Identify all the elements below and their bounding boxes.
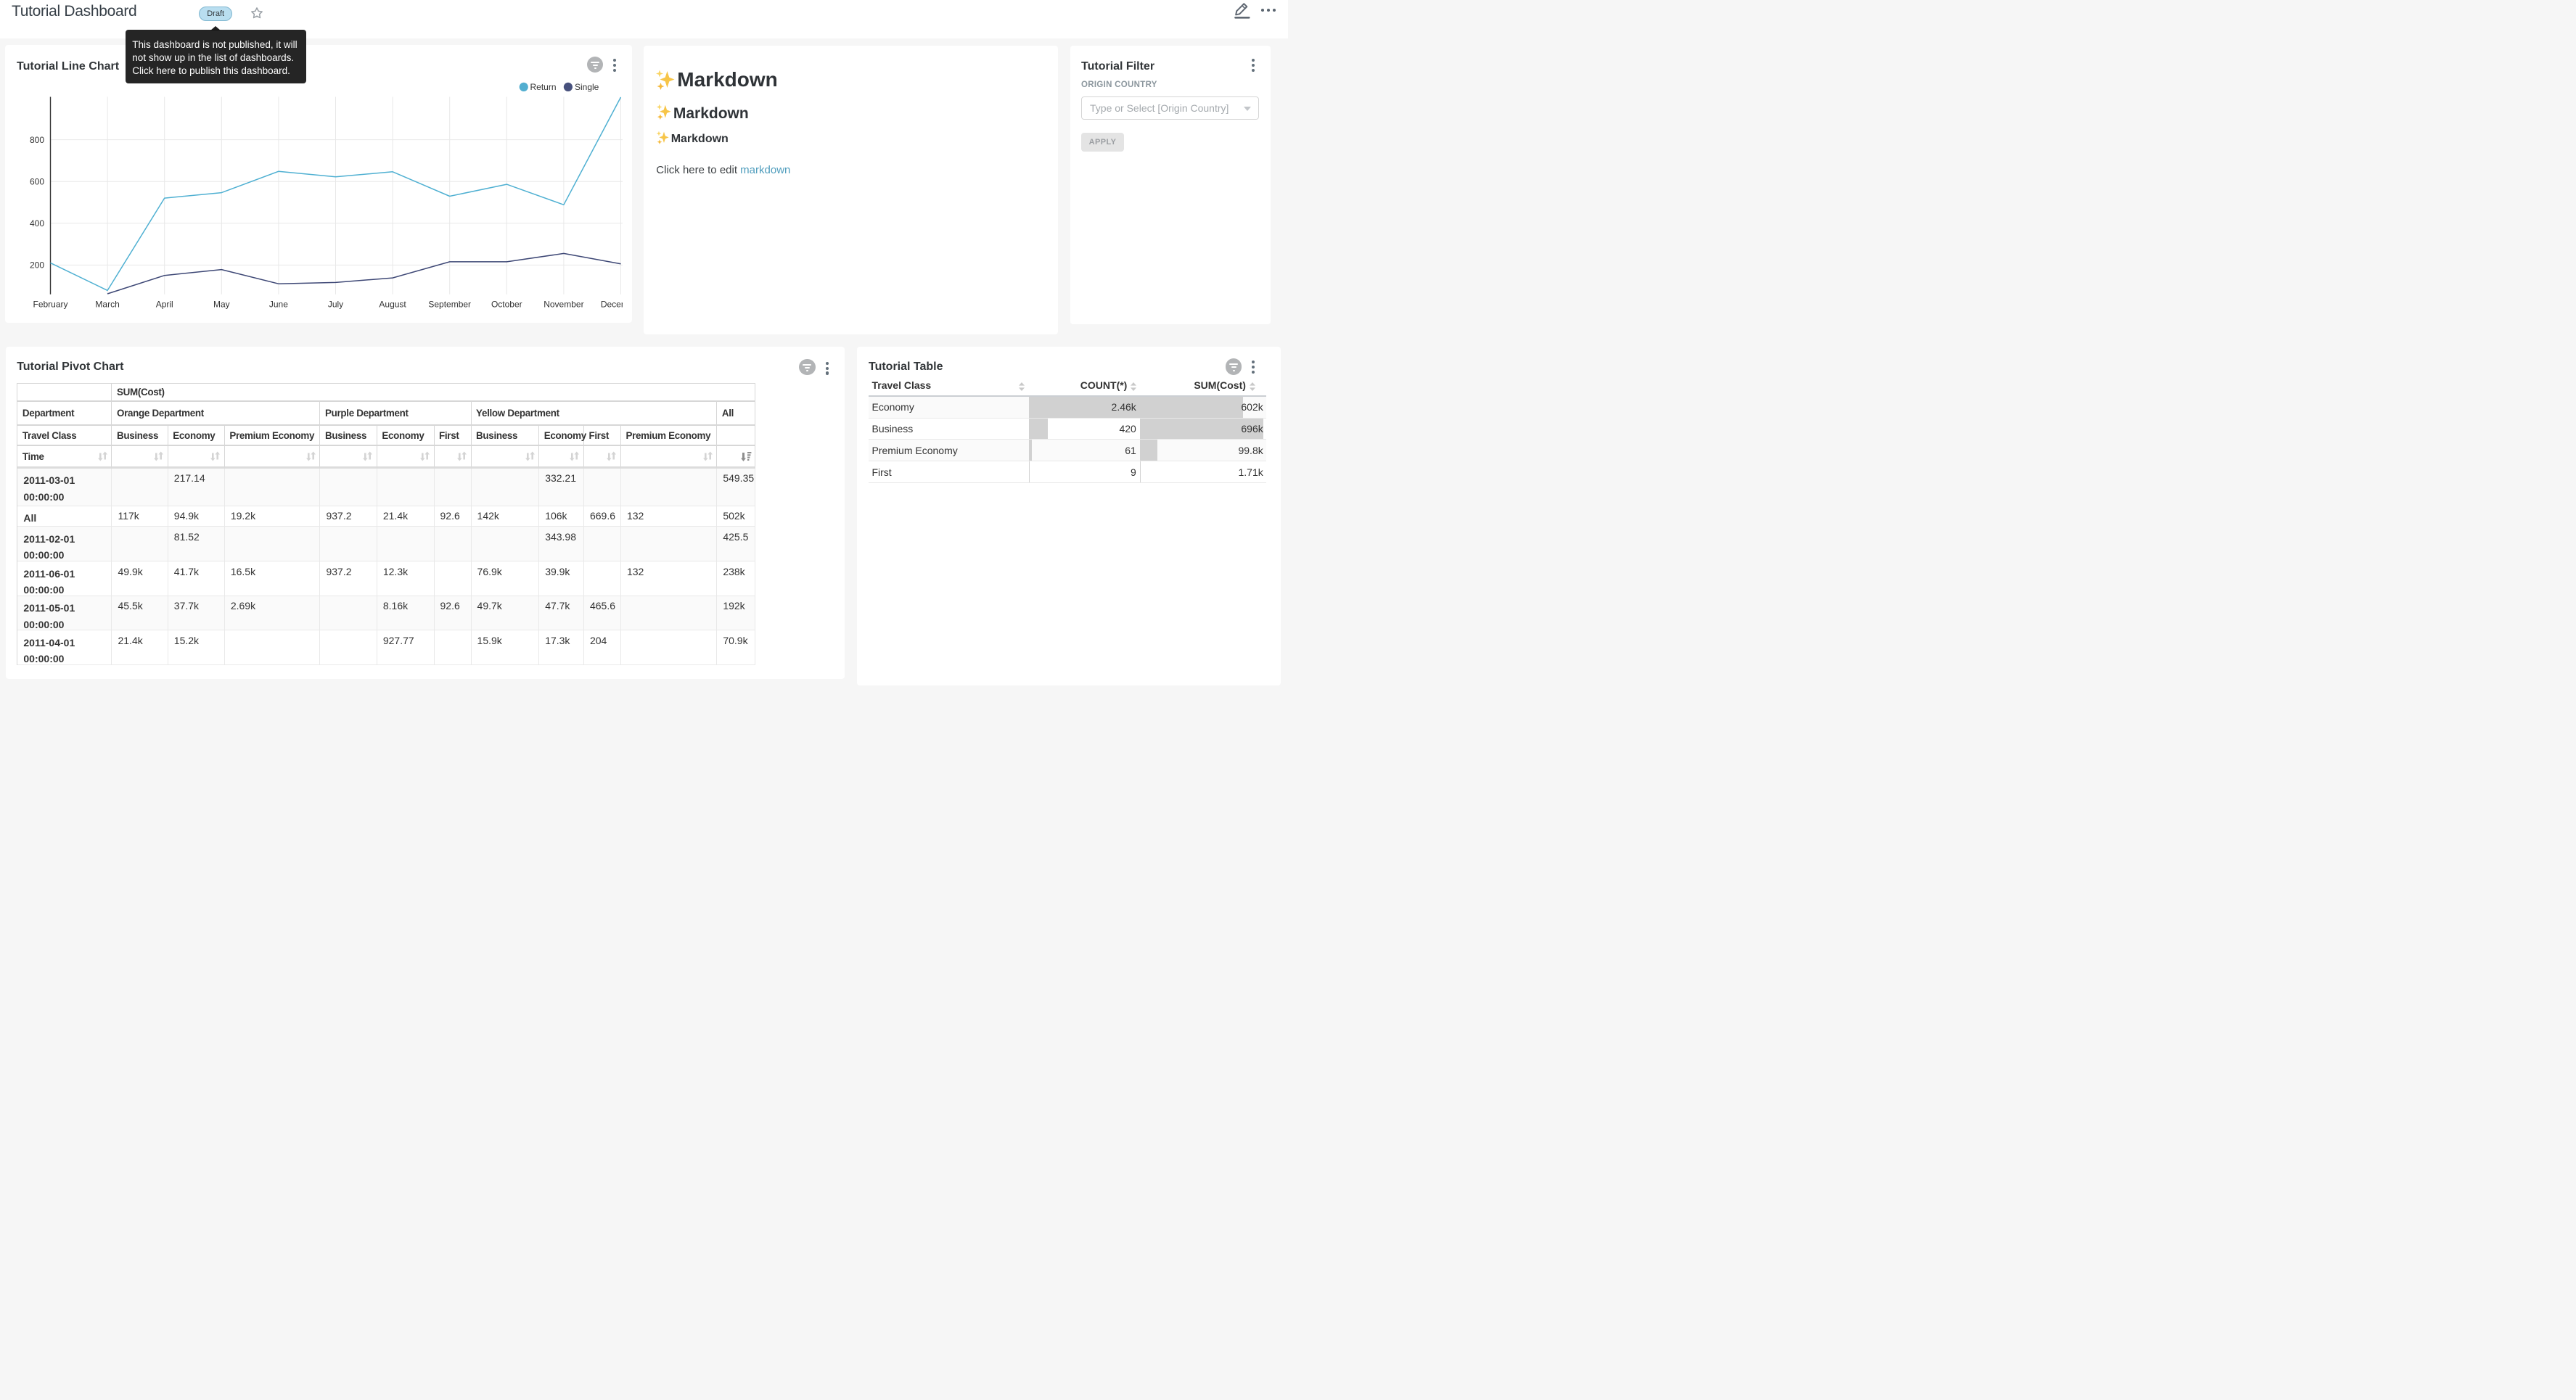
svg-text:August: August (379, 300, 406, 310)
svg-text:December: December (601, 300, 623, 310)
svg-text:February: February (33, 300, 67, 310)
svg-text:400: 400 (30, 218, 44, 228)
svg-text:November: November (543, 300, 583, 310)
svg-text:March: March (95, 300, 119, 310)
svg-text:October: October (491, 300, 522, 310)
svg-text:600: 600 (30, 176, 44, 186)
svg-text:Return: Return (530, 82, 557, 92)
svg-text:Single: Single (575, 82, 599, 92)
svg-text:April: April (156, 300, 173, 310)
svg-text:May: May (213, 300, 230, 310)
svg-text:800: 800 (30, 135, 44, 145)
svg-text:200: 200 (30, 260, 44, 271)
svg-text:July: July (328, 300, 343, 310)
svg-text:June: June (269, 300, 288, 310)
svg-text:September: September (428, 300, 471, 310)
